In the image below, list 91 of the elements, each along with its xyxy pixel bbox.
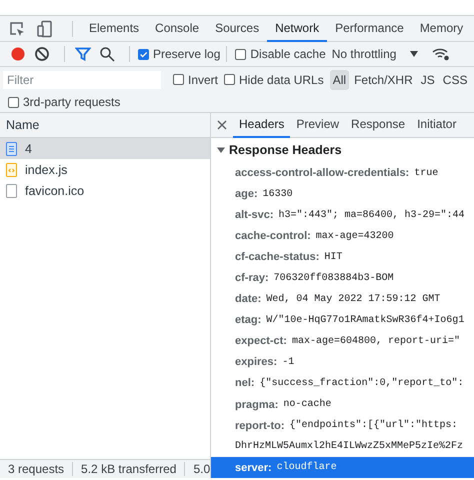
checkbox-label: Disable cache [250,47,326,61]
detail-tab[interactable]: Response [345,113,412,138]
header-name: alt-svc: [235,209,274,222]
request-row[interactable]: 4 [0,138,210,159]
header-name: date: [235,293,262,306]
checkbox-label: 3rd-party requests [23,95,120,109]
header-row[interactable]: etag: W/"10e-HqG77o1RAmatkSwR36f4+Io6g1 [211,310,474,331]
checkbox[interactable] [8,96,19,108]
checkbox-label: Hide data URLs [239,72,324,86]
file-icon [6,184,17,198]
checkbox[interactable] [173,74,184,85]
checkbox-label: Invert [188,72,218,86]
close-icon[interactable] [217,120,227,130]
type-filter-button[interactable]: JS [418,70,438,90]
header-name: pragma: [235,398,278,410]
header-value: {"endpoints":[{"url":"https: [290,420,458,432]
header-name: cache-control: [235,230,311,242]
header-value: cloudflare [276,462,337,474]
header-value: max-age=604800, report-uri=" [292,336,460,347]
panel-tab[interactable]: Memory [412,16,472,42]
header-name: server: [235,462,272,474]
header-row[interactable]: expect-ct: max-age=604800, report-uri=" [211,330,474,352]
panel-tab[interactable]: Console [147,16,208,42]
header-row[interactable]: age: 16330 [211,184,474,205]
header-name: etag: [235,314,262,326]
header-row[interactable]: cf-ray: 706320ff083884b3-BOM [211,268,474,289]
header-name: expect-ct: [235,335,287,348]
filter-field[interactable]: Filter [3,70,161,88]
header-name: report-to: [235,420,284,432]
header-name: expires: [235,356,278,368]
header-row[interactable]: date: Wed, 04 May 2022 17:59:12 GMT [211,288,474,310]
caret-icon [410,51,418,57]
disclosure-triangle-icon[interactable] [217,146,225,154]
device-toolbar-icon[interactable] [36,20,54,38]
throttling-dropdown[interactable]: No throttling [332,47,418,61]
header-value: h3=":443"; ma=86400, h3-29=":44 [278,210,465,221]
header-name: nel: [235,377,255,390]
panel-tab[interactable]: Performance [327,16,412,42]
status-text: 3 requests [0,462,74,476]
header-value: max-age=43200 [316,230,394,242]
checkbox[interactable] [224,74,236,85]
record-icon[interactable] [10,46,26,62]
status-text: 5.2 kB transferred [73,462,186,476]
header-value: HIT [324,252,342,263]
header-row[interactable]: cache-control: max-age=43200 [211,226,474,247]
header-value: W/"10e-HqG77o1RAmatkSwR36f4+Io6g1 [266,314,464,326]
header-row[interactable]: report-to: {"endpoints":[{"url":"https: [211,415,474,436]
header-row[interactable]: expires: -1 [211,352,474,373]
header-value: DhrHzMLW5Aumxl2hE4ILWwzZ5xMMeP5zIe%2Fz [235,441,464,452]
request-name: 4 [25,142,32,156]
request-row[interactable]: index.js [0,159,210,180]
detail-tab[interactable]: Headers [233,113,290,138]
network-settings-icon[interactable] [432,47,450,61]
document-icon [6,142,17,156]
header-name: age: [235,188,258,200]
request-row[interactable]: favicon.ico [0,180,210,201]
type-filter-button[interactable]: CSS [440,70,470,90]
checkbox[interactable] [235,48,246,60]
section-title: Response Headers [229,143,342,158]
header-row[interactable]: alt-svc: h3=":443"; ma=86400, h3-29=":44 [211,204,474,226]
panel-tab[interactable]: Elements [81,16,148,42]
header-value: -1 [282,356,294,368]
checkbox[interactable] [138,48,149,60]
header-row[interactable]: nel: {"success_fraction":0,"report_to": [211,372,474,394]
script-file-icon [6,162,17,176]
header-value: 706320ff083884b3-BOM [274,272,394,284]
header-row[interactable]: server: cloudflare [211,457,474,478]
header-value: true [414,168,438,179]
clear-icon[interactable] [34,46,50,62]
header-row[interactable]: access-control-allow-credentials: true [211,162,474,184]
search-icon[interactable] [99,46,115,62]
request-name: favicon.ico [25,184,84,198]
header-value: Wed, 04 May 2022 17:59:12 GMT [266,294,440,305]
detail-tab[interactable]: Initiator [411,113,462,138]
inspect-icon[interactable] [8,20,26,38]
type-filter-button[interactable]: Fetch/XHR [351,70,416,90]
panel-tab[interactable]: Sources [207,16,268,42]
header-value: 16330 [262,188,293,200]
column-header[interactable]: Name [0,113,210,138]
header-name: cf-cache-status: [235,251,320,264]
header-row[interactable]: cf-cache-status: HIT [211,246,474,268]
type-filter-button[interactable]: All [330,70,350,90]
header-row[interactable]: pragma: no-cache [211,394,474,416]
header-name: access-control-allow-credentials: [235,167,410,180]
checkbox-label: Preserve log [153,47,220,61]
header-name: cf-ray: [235,272,269,284]
request-name: index.js [25,162,68,176]
filter-icon[interactable] [75,46,91,62]
detail-tab[interactable]: Preview [290,113,346,138]
header-value: no-cache [283,399,332,410]
header-value: {"success_fraction":0,"report_to": [260,378,464,389]
